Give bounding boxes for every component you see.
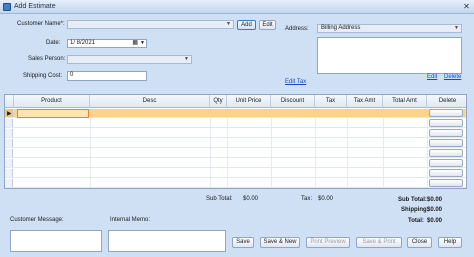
sub-total-label: Sub Total: bbox=[206, 196, 233, 202]
chevron-down-icon[interactable]: ▼ bbox=[140, 40, 145, 47]
delete-row-button[interactable] bbox=[429, 149, 463, 157]
address-label: Address: bbox=[285, 26, 309, 32]
summary-sub-total-label: Sub Total: bbox=[398, 197, 427, 203]
summary-total-label: Total: bbox=[408, 218, 424, 224]
help-button[interactable]: Help bbox=[438, 237, 462, 248]
row-header[interactable]: ▶ bbox=[5, 109, 13, 117]
address-type-value: Billing Address bbox=[321, 25, 361, 31]
add-customer-button[interactable]: Add bbox=[237, 20, 256, 30]
customer-message-label: Customer Message: bbox=[10, 217, 64, 223]
save-and-new-button[interactable]: Save & New bbox=[260, 237, 300, 248]
chevron-down-icon: ▼ bbox=[226, 21, 231, 27]
delete-row-button[interactable] bbox=[429, 179, 463, 187]
save-button[interactable]: Save bbox=[232, 237, 254, 248]
address-type-combo[interactable]: Billing Address ▼ bbox=[317, 24, 462, 33]
table-row[interactable] bbox=[5, 119, 466, 128]
address-edit-link[interactable]: Edit bbox=[427, 74, 437, 80]
close-icon[interactable]: ✕ bbox=[462, 2, 471, 11]
customer-name-label: Customer Name*: bbox=[17, 21, 65, 27]
row-header[interactable] bbox=[5, 159, 13, 167]
table-row[interactable] bbox=[5, 159, 466, 168]
summary-total-value: $0.00 bbox=[427, 218, 443, 224]
sales-person-label: Sales Person: bbox=[28, 56, 66, 62]
app-icon bbox=[3, 3, 11, 11]
row-header-corner bbox=[5, 95, 14, 108]
summary-shipping-label: Shipping: bbox=[401, 207, 429, 213]
sub-total-value: $0.00 bbox=[243, 196, 259, 202]
table-row[interactable] bbox=[5, 129, 466, 138]
customer-message-textarea[interactable] bbox=[10, 230, 102, 252]
address-delete-link[interactable]: Delete bbox=[444, 74, 461, 80]
product-cell-editor[interactable] bbox=[17, 109, 89, 118]
delete-row-button[interactable] bbox=[429, 159, 463, 167]
close-button[interactable]: Close bbox=[407, 237, 432, 248]
date-picker[interactable]: 1/ 8/2021 ▦ ▼ bbox=[67, 39, 147, 48]
print-preview-button[interactable]: Print Preview bbox=[306, 237, 350, 248]
delete-row-button[interactable] bbox=[429, 169, 463, 177]
save-and-print-button[interactable]: Save & Print bbox=[356, 237, 402, 248]
title-bar: Add Estimate ✕ bbox=[0, 0, 474, 14]
date-label: Date: bbox=[46, 40, 61, 46]
row-header[interactable] bbox=[5, 119, 13, 127]
edit-tax-link[interactable]: Edit Tax bbox=[285, 79, 306, 85]
column-header-total-amt[interactable]: Total Amt bbox=[383, 95, 427, 108]
table-row[interactable] bbox=[5, 169, 466, 178]
chevron-down-icon: ▼ bbox=[184, 56, 189, 62]
tax-label: Tax: bbox=[301, 196, 313, 202]
shipping-cost-label: Shipping Cost: bbox=[23, 73, 63, 79]
column-header-discount[interactable]: Discount bbox=[271, 95, 315, 108]
table-row[interactable] bbox=[5, 179, 466, 188]
column-header-unit-price[interactable]: Unit Price bbox=[227, 95, 271, 108]
column-header-tax-amt[interactable]: Tax Amt bbox=[347, 95, 383, 108]
summary-shipping-value: $0.00 bbox=[427, 207, 443, 213]
table-row[interactable]: ▶ bbox=[5, 109, 466, 118]
delete-row-button[interactable] bbox=[429, 119, 463, 127]
delete-row-button[interactable] bbox=[429, 129, 463, 137]
row-header[interactable] bbox=[5, 169, 13, 177]
column-header-product[interactable]: Product bbox=[14, 95, 90, 108]
sales-person-combo[interactable]: ▼ bbox=[67, 55, 192, 64]
shipping-cost-input[interactable]: 0 bbox=[67, 71, 147, 81]
chevron-down-icon: ▼ bbox=[454, 25, 459, 31]
row-header[interactable] bbox=[5, 179, 13, 187]
delete-row-button[interactable] bbox=[429, 109, 463, 117]
table-row[interactable] bbox=[5, 149, 466, 158]
window-title: Add Estimate bbox=[14, 3, 56, 10]
row-pointer-icon: ▶ bbox=[7, 111, 12, 117]
row-header[interactable] bbox=[5, 149, 13, 157]
column-header-delete[interactable]: Delete bbox=[427, 95, 466, 108]
row-header[interactable] bbox=[5, 139, 13, 147]
internal-memo-textarea[interactable] bbox=[108, 230, 226, 252]
row-header[interactable] bbox=[5, 129, 13, 137]
date-value: 1/ 8/2021 bbox=[70, 40, 96, 46]
delete-row-button[interactable] bbox=[429, 139, 463, 147]
column-header-tax[interactable]: Tax bbox=[315, 95, 347, 108]
edit-customer-button[interactable]: Edit bbox=[259, 20, 276, 30]
column-header-qty[interactable]: Qty bbox=[210, 95, 227, 108]
address-textarea[interactable] bbox=[317, 37, 462, 74]
summary-sub-total-value: $0.00 bbox=[427, 197, 443, 203]
calendar-icon[interactable]: ▦ bbox=[132, 40, 138, 47]
customer-name-combo[interactable]: ▼ bbox=[67, 20, 234, 29]
column-header-desc[interactable]: Desc bbox=[90, 95, 210, 108]
table-row[interactable] bbox=[5, 139, 466, 148]
line-items-grid[interactable]: Product Desc Qty Unit Price Discount Tax… bbox=[4, 94, 467, 189]
tax-value: $0.00 bbox=[318, 196, 334, 202]
internal-memo-label: Internal Memo: bbox=[110, 217, 151, 223]
grid-header: Product Desc Qty Unit Price Discount Tax… bbox=[5, 95, 466, 108]
